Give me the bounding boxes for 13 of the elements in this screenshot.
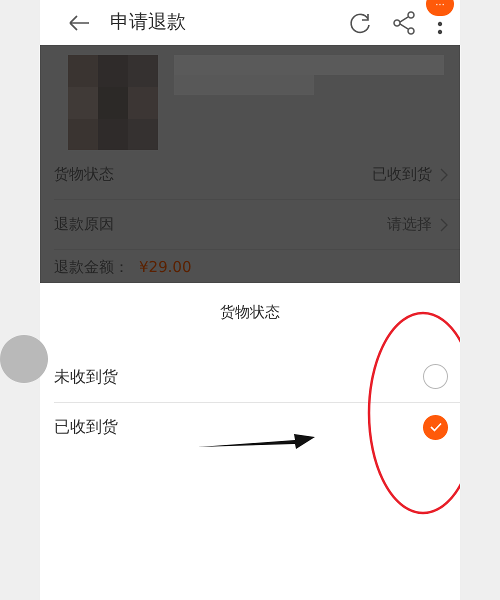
radio-button[interactable] bbox=[423, 364, 448, 389]
sheet-title: 货物状态 bbox=[219, 302, 281, 323]
option-label: 已收到货 bbox=[54, 416, 118, 438]
radio-button[interactable] bbox=[423, 414, 448, 440]
notification-badge: ··· bbox=[426, 0, 454, 16]
page-title: 申请退款 bbox=[110, 10, 187, 36]
option-row[interactable]: 未收到货 bbox=[54, 352, 460, 402]
share-icon[interactable] bbox=[392, 10, 416, 34]
back-icon[interactable] bbox=[68, 14, 90, 32]
option-label: 未收到货 bbox=[54, 366, 118, 388]
refresh-icon[interactable] bbox=[348, 10, 372, 34]
amount-value: ¥29.00 bbox=[139, 257, 192, 278]
check-icon bbox=[430, 422, 442, 432]
